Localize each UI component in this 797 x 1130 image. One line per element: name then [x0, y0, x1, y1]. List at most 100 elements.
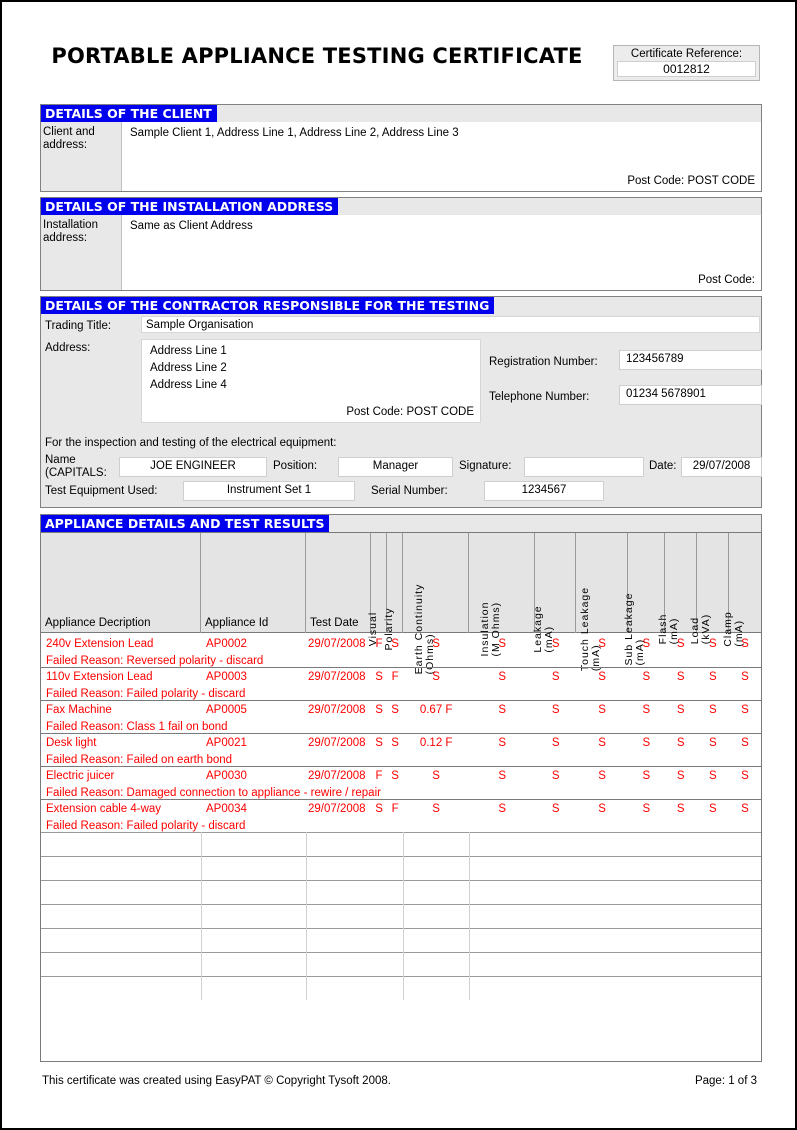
column-divider — [306, 832, 307, 856]
contractor-address-line-3[interactable]: Address Line 4 — [150, 379, 227, 391]
cell-touch-leakage: S — [598, 671, 606, 683]
engineer-name-label-line1: Name — [45, 454, 76, 466]
cell-insulation: S — [498, 638, 506, 650]
date-value[interactable]: 29/07/2008 — [681, 457, 762, 477]
cell-visual: S — [375, 704, 383, 716]
contractor-address-line-1[interactable]: Address Line 1 — [150, 345, 227, 357]
client-address-value[interactable]: Sample Client 1, Address Line 1, Address… — [130, 127, 459, 139]
cell-flash: S — [676, 737, 685, 749]
cell-description: Desk light — [46, 737, 97, 749]
cell-touch-leakage: S — [598, 803, 606, 815]
contractor-address-label: Address: — [45, 342, 91, 354]
cell-sub-leakage: S — [642, 638, 651, 650]
cell-appliance-id: AP0005 — [206, 704, 247, 716]
table-row-empty[interactable] — [41, 856, 761, 880]
test-equipment-value[interactable]: Instrument Set 1 — [183, 481, 355, 501]
date-label: Date: — [649, 460, 677, 472]
column-header-label: Appliance Id — [205, 617, 269, 629]
contractor-postcode-value[interactable]: POST CODE — [406, 406, 474, 418]
cell-load: S — [708, 638, 717, 650]
failed-reason: Failed Reason: Failed polarity - discard — [46, 688, 246, 700]
engineer-name-label: Name (CAPITALS: — [45, 454, 107, 480]
registration-number-label: Registration Number: — [489, 356, 598, 368]
results-table-header: Appliance Decription Appliance Id Test Dat… — [41, 533, 761, 674]
contractor-section-heading: DETAILS OF THE CONTRACTOR RESPONSIBLE FO… — [41, 297, 495, 314]
column-divider — [201, 976, 202, 1000]
signature-label: Signature: — [459, 460, 512, 472]
cell-leakage: S — [551, 737, 560, 749]
cell-visual: F — [375, 638, 383, 650]
cell-clamp: S — [741, 770, 749, 782]
installation-address-value[interactable]: Same as Client Address — [130, 220, 253, 232]
certificate-page: PORTABLE APPLIANCE TESTING CERTIFICATE C… — [0, 0, 797, 1130]
installation-postcode-label: Post Code: — [698, 274, 755, 286]
table-row[interactable]: Extension cable 4-way AP0034 29/07/2008 S F S… — [41, 799, 761, 832]
serial-number-value[interactable]: 1234567 — [484, 481, 604, 501]
contractor-address-line-2[interactable]: Address Line 2 — [150, 362, 227, 374]
column-divider — [201, 880, 202, 904]
engineer-name-value[interactable]: JOE ENGINEER — [119, 457, 267, 477]
row-separator — [41, 928, 761, 929]
position-label: Position: — [273, 460, 318, 472]
column-divider — [403, 832, 405, 856]
column-divider — [469, 952, 471, 976]
certificate-reference-value[interactable]: 0012812 — [617, 61, 756, 77]
column-divider — [403, 952, 405, 976]
cell-test-date: 29/07/2008 — [308, 737, 366, 749]
row-separator — [41, 904, 761, 905]
cell-appliance-id: AP0002 — [206, 638, 247, 650]
table-row[interactable]: Electric juicer AP0030 29/07/2008 F S S S S S S S S… — [41, 766, 761, 799]
table-row-empty[interactable] — [41, 952, 761, 976]
column-divider — [201, 832, 202, 856]
failed-reason: Failed Reason: Failed polarity - discard — [46, 820, 246, 832]
position-value[interactable]: Manager — [338, 457, 453, 477]
cell-test-date: 29/07/2008 — [308, 638, 366, 650]
cell-polarity: F — [391, 803, 399, 815]
row-separator — [41, 799, 761, 800]
column-divider — [306, 952, 307, 976]
table-row[interactable]: Desk light AP0021 29/07/2008 S S 0.12 FSSSSSS… — [41, 733, 761, 766]
installation-address-label: Installation address: — [43, 219, 98, 244]
column-header-appliance-id: Appliance Id — [201, 533, 306, 633]
client-postcode-value[interactable]: POST CODE — [687, 175, 755, 187]
table-row[interactable]: 240v Extension Lead AP0002 29/07/2008 F S S S S… — [41, 634, 761, 667]
cell-earth-continuity: 0.12 F — [419, 737, 453, 749]
telephone-number-value[interactable]: 01234 5678901 — [619, 385, 762, 405]
cell-leakage: S — [551, 671, 560, 683]
trading-title-label: Trading Title: — [45, 320, 112, 332]
contractor-section: DETAILS OF THE CONTRACTOR RESPONSIBLE FO… — [40, 296, 762, 508]
cell-flash: S — [676, 770, 685, 782]
page-title: PORTABLE APPLIANCE TESTING CERTIFICATE — [51, 44, 583, 68]
footer-note: This certificate was created using EasyP… — [42, 1075, 391, 1087]
table-row-empty[interactable] — [41, 832, 761, 856]
cell-load: S — [708, 737, 717, 749]
table-row-empty[interactable] — [41, 928, 761, 952]
column-divider — [201, 952, 202, 976]
column-header-label: Appliance Decription — [45, 617, 151, 629]
cell-earth-continuity: S — [432, 671, 440, 683]
registration-number-value[interactable]: 123456789 — [619, 350, 762, 370]
table-row-empty[interactable] — [41, 976, 761, 1000]
certificate-reference-label: Certificate Reference: — [630, 48, 743, 60]
contractor-address-box: Address Line 1 Address Line 2 Address Li… — [141, 339, 481, 423]
client-postcode: Post Code: POST CODE — [627, 175, 755, 187]
trading-title-value[interactable]: Sample Organisation — [141, 316, 760, 333]
row-separator — [41, 832, 761, 833]
table-row-empty[interactable] — [41, 904, 761, 928]
cell-test-date: 29/07/2008 — [308, 770, 366, 782]
row-separator — [41, 733, 761, 734]
table-row[interactable]: Fax Machine AP0005 29/07/2008 S S 0.67 FSSSSS… — [41, 700, 761, 733]
table-row[interactable]: 110v Extension Lead AP0003 29/07/2008 S F S S S… — [41, 667, 761, 700]
installation-section-heading: DETAILS OF THE INSTALLATION ADDRESS — [41, 198, 339, 215]
signature-value[interactable] — [524, 457, 644, 477]
cell-clamp: S — [741, 704, 749, 716]
column-divider — [469, 904, 471, 928]
cell-polarity: S — [391, 638, 399, 650]
column-header-leakage: Leakage (mA) — [532, 533, 577, 653]
installation-postcode: Post Code: — [698, 274, 755, 286]
test-equipment-label: Test Equipment Used: — [45, 485, 158, 497]
table-row-empty[interactable] — [41, 880, 761, 904]
cell-load: S — [708, 671, 717, 683]
cell-description: 240v Extension Lead — [46, 638, 154, 650]
client-address-label: Client and address: — [43, 126, 95, 151]
